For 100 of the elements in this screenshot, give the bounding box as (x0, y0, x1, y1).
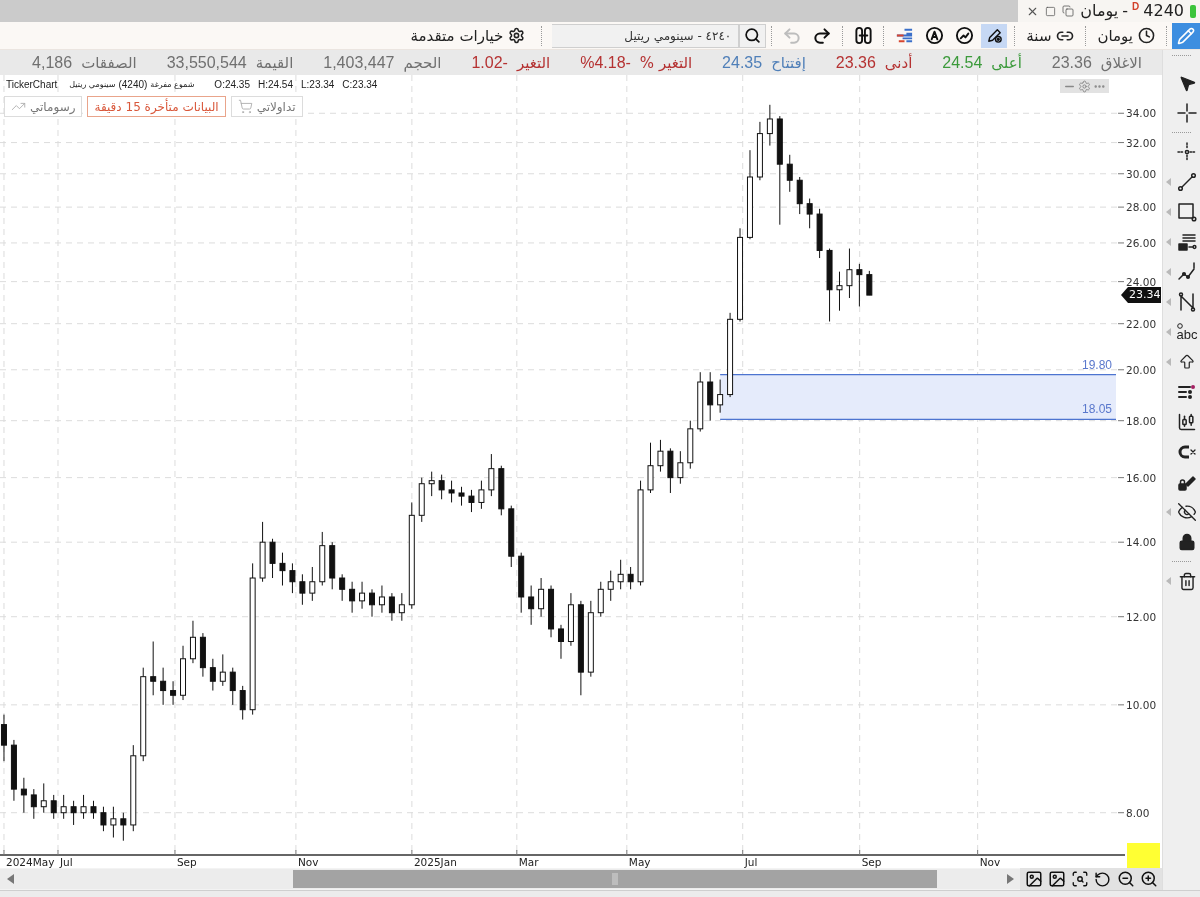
rectangle-icon (1177, 202, 1197, 222)
scroll-right-icon[interactable] (1006, 874, 1014, 884)
picture-icon (1047, 870, 1066, 888)
candle (239, 685, 246, 721)
scrollbar-thumb[interactable] (293, 870, 937, 888)
ohlc-value: H:24.54 (257, 79, 293, 91)
clock-icon (1138, 27, 1155, 44)
period-letter: D (1132, 2, 1140, 12)
restore-icon[interactable] (1062, 5, 1074, 17)
candle (299, 573, 306, 606)
candle (657, 439, 664, 473)
symbol-search-field[interactable]: ٤٢٤٠ - سينومي ريتيل (552, 23, 740, 48)
quote-value: 4,186 (32, 53, 73, 72)
drawing-tool-button[interactable]: abc (1163, 317, 1200, 347)
candle (756, 121, 763, 181)
caret-icon (1166, 268, 1171, 276)
axis-label: 8.00 (1126, 806, 1150, 819)
candle (269, 538, 276, 579)
axis-label: 12.00 (1126, 610, 1157, 623)
advanced-options-button[interactable]: خيارات متقدمة (404, 23, 532, 48)
candle (279, 552, 286, 586)
maximize-icon[interactable] (1045, 5, 1056, 17)
dashed-crosshair-icon (1177, 142, 1197, 162)
axis-label: 34.00 (1126, 107, 1157, 120)
candle (80, 794, 87, 820)
axis-label: 16.00 (1126, 471, 1157, 484)
candle (866, 270, 873, 296)
candle (20, 777, 27, 814)
bars-icon (894, 26, 914, 45)
candle (627, 566, 634, 590)
draw-mode-button[interactable] (1172, 22, 1200, 49)
delay-notice-button[interactable]: البيانات متأخرة 15 دقيقة (87, 96, 226, 117)
axis-label: 30.00 (1126, 167, 1157, 180)
candle (438, 474, 445, 500)
quote-value: 24.54 (942, 53, 983, 72)
instrument-code: (4240) (118, 79, 148, 91)
candle (617, 559, 624, 590)
scrollbar[interactable] (0, 869, 1020, 889)
caret-icon (1166, 178, 1171, 186)
reset-icon (1094, 870, 1111, 888)
tab-symbol: 4240 (1143, 1, 1184, 21)
candle (189, 620, 196, 664)
axis-label: 2024May (6, 856, 55, 868)
eye-off-icon (1177, 502, 1197, 522)
status-icon (1190, 4, 1196, 18)
candle (10, 739, 17, 802)
axis-label: 26.00 (1126, 236, 1157, 249)
axis-label: 32.00 (1126, 136, 1157, 149)
candle (677, 450, 684, 485)
tab-separator: - (1122, 1, 1129, 21)
scroll-left-icon[interactable] (6, 874, 14, 884)
axis-label: 10.00 (1126, 698, 1157, 711)
candle (428, 471, 435, 497)
candle (796, 176, 803, 215)
candle (806, 198, 813, 229)
candle (647, 442, 654, 494)
quote-label: التغير (516, 53, 551, 72)
candle (786, 154, 793, 193)
axis-label: Sep (176, 856, 197, 868)
interval-button[interactable]: يومان (1091, 23, 1161, 48)
circled-letter-icon (924, 26, 944, 45)
candle (448, 480, 455, 503)
candle (548, 585, 555, 638)
quote-value: 24.35 (722, 53, 763, 72)
redo-icon (812, 25, 833, 46)
range-button[interactable]: سنة (1020, 23, 1081, 48)
quote-value: 1.02- (471, 53, 508, 72)
axis-label: 20.00 (1126, 363, 1157, 376)
candle (836, 271, 843, 312)
candle (309, 566, 316, 602)
candle (697, 371, 704, 433)
candle (160, 667, 167, 706)
last-price-tag: 23.34 (1121, 287, 1161, 304)
axis-label: 24.00 (1126, 275, 1157, 288)
candle (458, 486, 465, 507)
undo-icon (782, 25, 803, 46)
candle (359, 581, 366, 610)
candle (1, 714, 7, 762)
wave-line-icon (1177, 262, 1197, 282)
level-lines-icon (1177, 232, 1197, 252)
axis-label: 22.00 (1126, 317, 1157, 330)
chart-panel-button[interactable]: تداولاتي (230, 96, 303, 117)
pencil-icon (1177, 26, 1195, 45)
lock-icon (1178, 533, 1196, 551)
candle (388, 592, 395, 622)
candle (349, 581, 356, 614)
settings-icon (508, 27, 526, 44)
arrow-up-icon (1178, 353, 1196, 371)
candle (558, 624, 564, 660)
chart-source: TickerChart (6, 79, 58, 91)
chart-panel-button[interactable]: رسوماتي (4, 96, 83, 117)
candle (30, 788, 37, 820)
candle (199, 632, 206, 678)
search-button[interactable] (739, 23, 767, 48)
candle (687, 420, 694, 470)
candle (110, 806, 117, 838)
quote-label: الاغلاق (1100, 53, 1142, 72)
tool-button[interactable] (981, 23, 1008, 48)
candle (717, 379, 724, 414)
axis-label: 2025Jan (413, 856, 457, 868)
